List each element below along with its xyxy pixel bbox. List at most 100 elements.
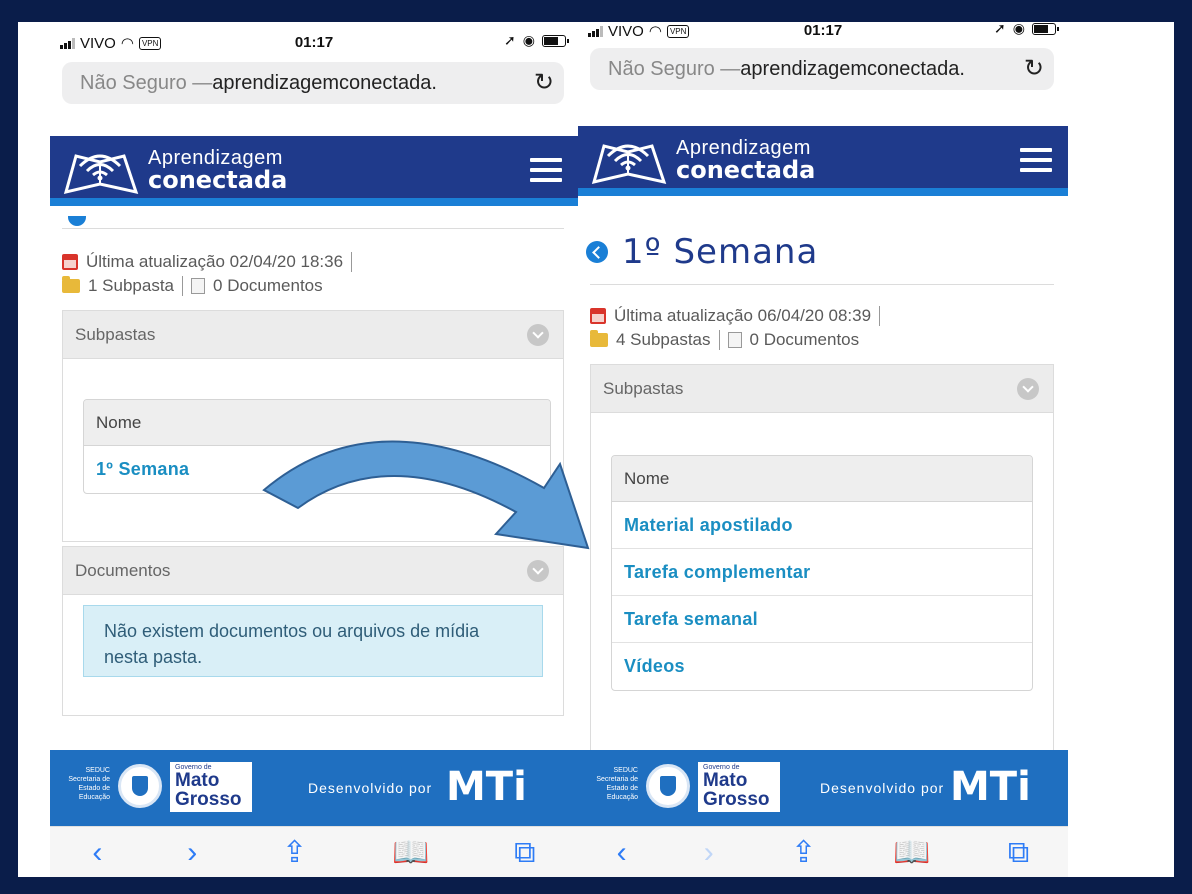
last-updated: Última atualização 06/04/20 08:39 — [614, 306, 872, 325]
gov-big-2: Grosso — [703, 789, 770, 810]
subfolder-link[interactable]: Tarefa complementar — [612, 549, 1032, 596]
logo-line-2: conectada — [148, 166, 288, 194]
page-title: 1º Semana — [586, 232, 818, 272]
share-icon[interactable]: ⇪ — [282, 835, 307, 870]
state-crest-icon — [646, 764, 690, 808]
forward-arrow-icon[interactable]: › — [187, 836, 197, 870]
site-logo[interactable]: Aprendizagem conectada — [60, 144, 287, 196]
subpastas-panel: Subpastas Nome Material apostilado Taref… — [590, 364, 1054, 764]
browser-toolbar: ‹ › ⇪ 📖 ⧉ — [578, 826, 1068, 877]
open-book-wifi-icon — [591, 144, 667, 185]
seduc-label: SEDUC Secretaria de Estado de Educação — [582, 766, 638, 802]
bookmarks-icon[interactable]: 📖 — [392, 835, 429, 870]
seduc-line: Educação — [78, 794, 110, 801]
calendar-icon — [62, 254, 78, 270]
location-icon: ➚ — [504, 32, 516, 48]
empty-documents-alert: Não existem documentos ou arquivos de mí… — [83, 605, 543, 677]
tabs-icon[interactable]: ⧉ — [1008, 836, 1029, 870]
seduc-line: Estado de — [606, 785, 638, 792]
url-host: aprendizagemconectada. — [740, 57, 965, 80]
logo-line-1: Aprendizagem — [676, 137, 811, 159]
forward-arrow-icon: › — [703, 835, 714, 869]
logo-line-1: Aprendizagem — [148, 147, 283, 169]
chevron-down-icon[interactable] — [527, 324, 549, 346]
status-bar: VIVO ◠ VPN 01:17 ➚ ◉ — [578, 22, 1068, 46]
address-bar[interactable]: Não Seguro — aprendizagemconectada. ↻ — [590, 48, 1054, 90]
alarm-icon: ◉ — [522, 32, 535, 48]
calendar-icon — [590, 308, 606, 324]
url-host: aprendizagemconectada. — [212, 71, 437, 94]
subfolder-link[interactable]: Tarefa semanal — [612, 596, 1032, 643]
site-footer: SEDUC Secretaria de Estado de Educação G… — [578, 750, 1068, 826]
subpastas-panel-header[interactable]: Subpastas — [63, 311, 563, 359]
alarm-icon: ◉ — [1012, 22, 1025, 36]
document-count: 0 Documentos — [213, 276, 323, 295]
seduc-line: Secretaria de — [68, 776, 110, 783]
seduc-line: Secretaria de — [596, 776, 638, 783]
documentos-heading: Documentos — [75, 560, 171, 580]
separator — [182, 276, 184, 296]
logo-line-2: conectada — [676, 156, 816, 184]
open-book-wifi-icon — [63, 154, 139, 195]
subfolder-link[interactable]: Material apostilado — [612, 502, 1032, 549]
document-icon — [727, 332, 742, 348]
document-icon — [191, 278, 206, 294]
seduc-line: Educação — [606, 794, 638, 801]
seduc-line: Estado de — [78, 785, 110, 792]
separator — [351, 252, 353, 272]
separator — [718, 330, 720, 350]
tabs-icon[interactable]: ⧉ — [514, 836, 535, 870]
mato-grosso-logo: Governo de Mato Grosso — [170, 762, 252, 812]
last-updated: Última atualização 02/04/20 18:36 — [86, 252, 344, 271]
subfolder-count: 4 Subpastas — [616, 330, 711, 349]
reload-icon[interactable]: ↻ — [1017, 54, 1044, 83]
site-footer: SEDUC Secretaria de Estado de Educação G… — [50, 750, 578, 826]
folder-meta: Última atualização 06/04/20 08:39 4 Subp… — [590, 304, 881, 352]
back-circle-icon[interactable] — [586, 241, 608, 263]
back-arrow-icon[interactable]: ‹ — [92, 836, 102, 870]
back-arrow-icon[interactable]: ‹ — [617, 836, 627, 870]
subpastas-panel-header[interactable]: Subpastas — [591, 365, 1053, 413]
divider — [62, 228, 564, 229]
developed-by: Desenvolvido por — [308, 780, 433, 796]
site-header: Aprendizagem conectada — [578, 126, 1068, 196]
gov-big-2: Grosso — [175, 789, 242, 810]
folder-meta: Última atualização 02/04/20 18:36 1 Subp… — [62, 250, 353, 298]
address-bar[interactable]: Não Seguro — aprendizagemconectada. ↻ — [62, 62, 564, 104]
mti-logo: MTi — [446, 764, 527, 810]
folder-icon — [62, 276, 80, 293]
mti-logo: MTi — [950, 764, 1031, 810]
state-crest-icon — [118, 764, 162, 808]
document-count: 0 Documentos — [749, 330, 860, 349]
battery-icon — [1032, 22, 1059, 35]
site-header: Aprendizagem conectada — [50, 136, 578, 206]
url-insecure-label: Não Seguro — — [80, 71, 213, 94]
curved-arrow-annotation — [262, 440, 590, 550]
seduc-label: SEDUC Secretaria de Estado de Educação — [54, 766, 110, 802]
table-header-nome: Nome — [612, 456, 1032, 502]
status-time: 01:17 — [294, 34, 334, 51]
battery-icon — [542, 34, 569, 47]
subfolder-link[interactable]: Vídeos — [612, 643, 1032, 690]
site-logo[interactable]: Aprendizagem conectada — [588, 134, 815, 186]
subfolder-table: Nome Material apostilado Tarefa compleme… — [611, 455, 1033, 691]
status-bar: VIVO ◠ VPN 01:17 ➚ ◉ — [50, 22, 578, 58]
screenshot-canvas: VIVO ◠ VPN 01:17 ➚ ◉ Não Seguro — aprend… — [18, 22, 1174, 877]
seduc-line: SEDUC — [85, 767, 110, 774]
menu-icon[interactable] — [530, 158, 562, 182]
url-insecure-label: Não Seguro — — [608, 57, 741, 80]
menu-icon[interactable] — [1020, 148, 1052, 172]
reload-icon[interactable]: ↻ — [527, 68, 554, 97]
share-icon[interactable]: ⇪ — [791, 835, 816, 870]
subfolder-count: 1 Subpasta — [88, 276, 175, 295]
chevron-down-icon[interactable] — [1017, 378, 1039, 400]
divider — [590, 284, 1054, 285]
developed-by: Desenvolvido por — [820, 780, 945, 796]
mato-grosso-logo: Governo de Mato Grosso — [698, 762, 780, 812]
back-icon[interactable] — [68, 216, 86, 226]
seduc-line: SEDUC — [613, 767, 638, 774]
bookmarks-icon[interactable]: 📖 — [893, 835, 930, 870]
location-icon: ➚ — [994, 22, 1006, 36]
subpastas-heading: Subpastas — [603, 378, 684, 398]
right-phone-screen: VIVO ◠ VPN 01:17 ➚ ◉ Não Seguro — aprend… — [578, 22, 1068, 877]
